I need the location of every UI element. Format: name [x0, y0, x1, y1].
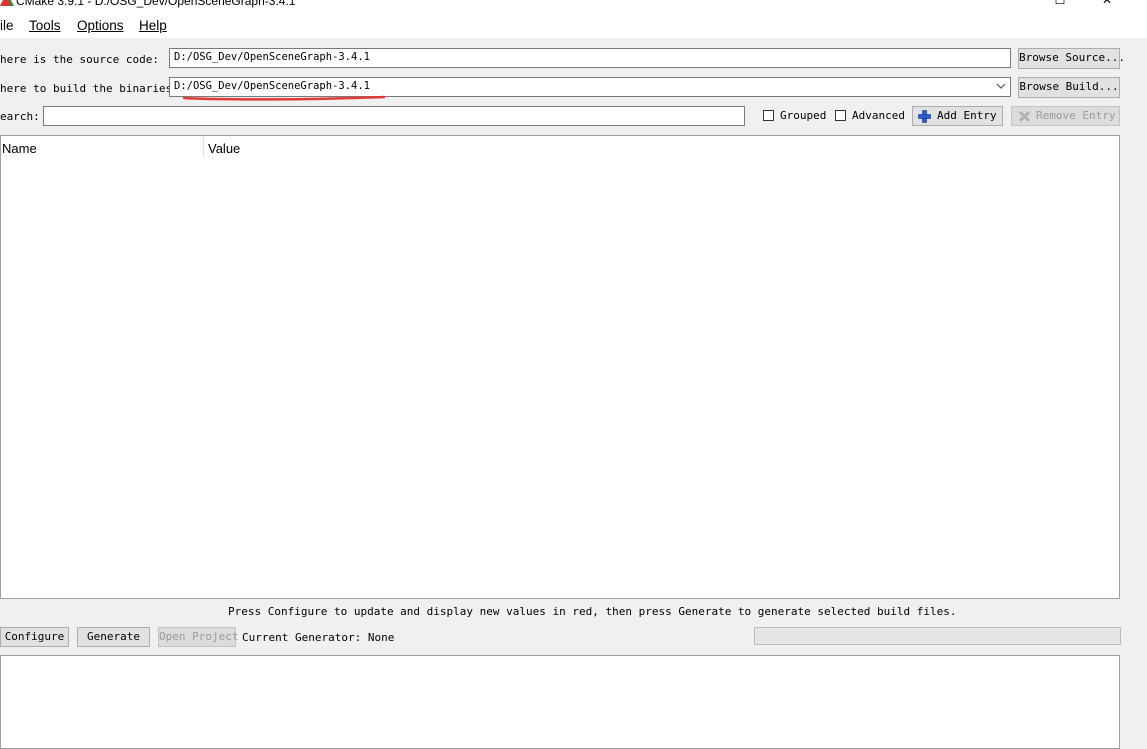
menu-options[interactable]: Options	[77, 18, 124, 33]
build-path-value: D:/OSG_Dev/OpenSceneGraph-3.4.1	[174, 80, 370, 92]
source-path-input[interactable]: D:/OSG_Dev/OpenSceneGraph-3.4.1	[169, 48, 1011, 68]
generate-button[interactable]: Generate	[77, 627, 150, 647]
menu-file[interactable]: ile	[0, 18, 14, 33]
add-entry-button[interactable]: Add Entry	[912, 106, 1003, 126]
source-label: here is the source code:	[0, 53, 159, 66]
close-button[interactable]: ✕	[1092, 0, 1122, 11]
title-bar: CMake 3.9.1 - D:/OSG_Dev/OpenSceneGraph-…	[0, 0, 1147, 12]
advanced-checkbox[interactable]	[835, 110, 846, 121]
browse-source-button[interactable]: Browse Source...	[1018, 48, 1125, 69]
cache-table[interactable]: Name Value	[0, 135, 1120, 599]
advanced-label: Advanced	[852, 109, 905, 122]
menu-tools[interactable]: Tools	[29, 18, 61, 33]
menu-bar: ile Tools Options Help	[0, 12, 1147, 38]
output-log[interactable]	[0, 655, 1120, 749]
column-header-name[interactable]: Name	[2, 141, 37, 156]
plus-icon	[918, 110, 931, 123]
maximize-button[interactable]: ☐	[1045, 0, 1075, 11]
red-underline-annotation	[183, 95, 385, 101]
grouped-checkbox[interactable]	[763, 110, 774, 121]
close-icon: ✕	[1101, 0, 1113, 7]
remove-entry-button[interactable]: Remove Entry	[1011, 106, 1120, 126]
configure-button[interactable]: Configure	[0, 627, 69, 647]
search-input[interactable]	[43, 106, 745, 126]
window-title: CMake 3.9.1 - D:/OSG_Dev/OpenSceneGraph-…	[16, 0, 296, 8]
remove-x-icon	[1018, 110, 1031, 123]
build-path-combobox[interactable]: D:/OSG_Dev/OpenSceneGraph-3.4.1	[169, 77, 1011, 97]
maximize-icon: ☐	[1054, 0, 1066, 7]
current-generator-text: Current Generator: None	[242, 631, 395, 644]
grouped-label: Grouped	[780, 109, 827, 122]
status-message: Press Configure to update and display ne…	[228, 605, 957, 618]
progress-bar	[754, 627, 1121, 645]
column-header-value[interactable]: Value	[208, 141, 240, 156]
column-separator	[203, 136, 204, 158]
cmake-app-icon	[0, 0, 14, 6]
menu-help[interactable]: Help	[139, 18, 167, 33]
search-label: earch:	[0, 110, 40, 123]
build-label: here to build the binaries:	[0, 82, 179, 95]
browse-build-button[interactable]: Browse Build...	[1018, 77, 1120, 98]
open-project-button[interactable]: Open Project	[158, 627, 238, 647]
chevron-down-icon[interactable]	[996, 83, 1006, 90]
